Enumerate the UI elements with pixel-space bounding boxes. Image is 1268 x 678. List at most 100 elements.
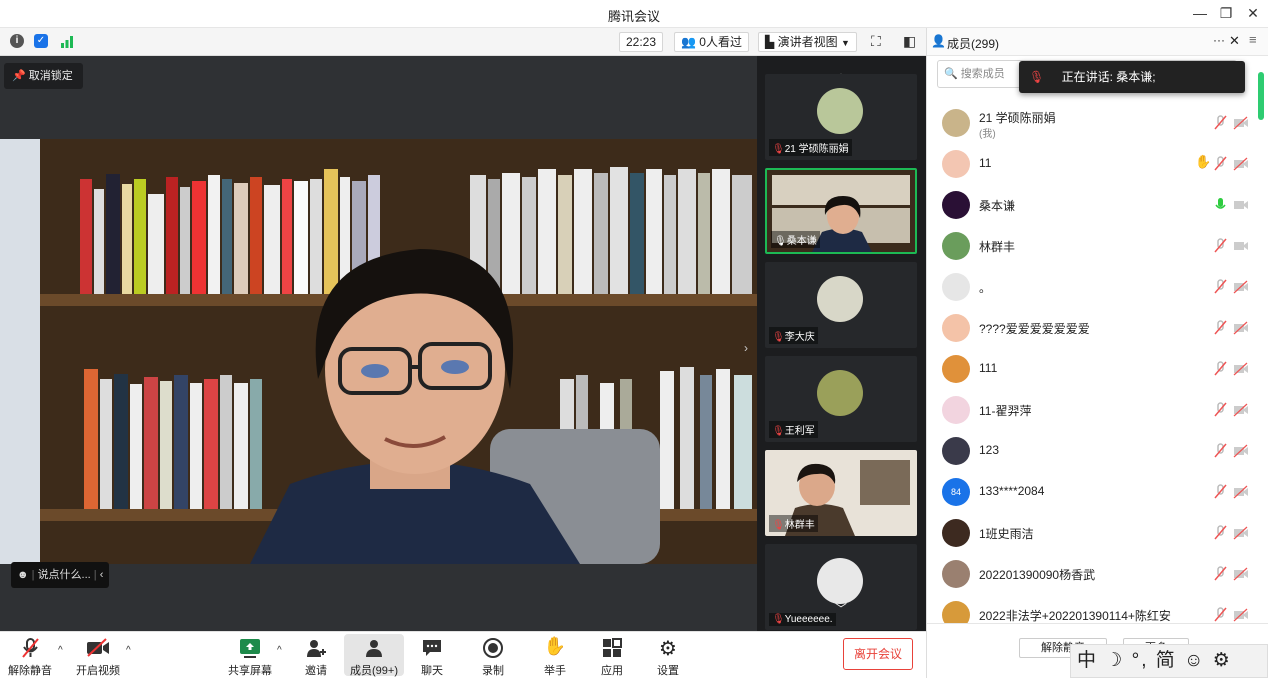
mic-muted-icon[interactable] [1212, 524, 1228, 542]
camera-off-icon[interactable] [1233, 567, 1249, 581]
thumbnail-tile-active[interactable]: 🎙桑本谦 [765, 168, 917, 254]
avatar [942, 150, 970, 178]
mic-muted-icon[interactable] [1212, 401, 1228, 419]
mic-muted-icon[interactable] [1212, 114, 1228, 132]
chat-button[interactable]: 聊天 [402, 634, 462, 677]
emoji-icon[interactable]: ☻ [17, 569, 29, 581]
sidebar-toggle-icon[interactable]: ◧ [903, 33, 916, 50]
member-name: 桑本谦 [979, 199, 1016, 213]
camera-off-icon[interactable] [1233, 157, 1249, 171]
search-placeholder: 搜索成员 [960, 68, 1005, 80]
thumbnail-label: 🎙李大庆 [769, 327, 818, 344]
mic-on-icon[interactable] [1212, 196, 1228, 214]
settings-button[interactable]: ⚙ 设置 [638, 634, 698, 677]
member-row[interactable]: 1班史雨洁 [927, 513, 1268, 553]
member-row[interactable]: 123 [927, 431, 1268, 471]
camera-off-icon[interactable] [1233, 485, 1249, 499]
member-row[interactable]: ????爱爱爱爱爱爱爱 [927, 308, 1268, 348]
thumbnail-tile[interactable]: 🎙21 学硕陈丽娟 [765, 74, 917, 160]
member-row[interactable]: 。 [927, 267, 1268, 307]
camera-off-icon[interactable] [1233, 321, 1249, 335]
thumbnail-tile[interactable]: 🎙Yueeeeee. [765, 544, 917, 630]
chat-quick-input[interactable]: ☻ | 说点什么... | ‹ [11, 562, 110, 588]
share-screen-button[interactable]: 共享屏幕 [220, 634, 280, 677]
chevron-right-icon[interactable]: › [744, 341, 748, 355]
camera-icon[interactable] [1233, 198, 1249, 212]
member-row[interactable]: 11-翟羿萍 [927, 390, 1268, 430]
avatar [817, 88, 863, 134]
unmute-button[interactable]: 解除静音 [0, 634, 60, 677]
member-row[interactable]: 林群丰 [927, 226, 1268, 266]
member-name: 2022非法学+202201390114+陈红安 [979, 609, 1171, 623]
member-row[interactable]: 111 [927, 349, 1268, 389]
member-row[interactable]: 202201390090杨香武 [927, 554, 1268, 594]
camera-off-icon[interactable] [1233, 116, 1249, 130]
camera-off-icon[interactable] [1233, 608, 1249, 622]
hand-icon: ✋ [543, 636, 567, 656]
ime-toolbar[interactable]: 中 ☽ °, 简 ☺ ⚙ [1070, 644, 1268, 678]
close-icon[interactable]: ✕ [1243, 5, 1263, 22]
audio-options-chevron-icon[interactable]: ^ [58, 645, 63, 656]
avatar [942, 396, 970, 424]
viewers-button[interactable]: 👥 0人看过 [674, 32, 749, 52]
view-mode-dropdown[interactable]: ▙ 演讲者视图 ▼ [758, 32, 857, 52]
raise-hand-button[interactable]: ✋ 举手 [525, 634, 585, 677]
signal-icon[interactable] [60, 35, 74, 48]
speaking-text: 正在讲话: 桑本谦; [1061, 70, 1156, 84]
camera-off-icon[interactable] [1233, 280, 1249, 294]
mic-muted-icon[interactable] [1212, 155, 1228, 173]
avatar [817, 370, 863, 416]
minimize-icon[interactable]: — [1190, 5, 1210, 21]
unlock-button[interactable]: 📌 取消锁定 [4, 63, 83, 89]
thumbnail-tile[interactable]: 🎙王利军 [765, 356, 917, 442]
mic-muted-icon[interactable] [1212, 360, 1228, 378]
camera-off-icon[interactable] [1233, 444, 1249, 458]
thumbnail-tile[interactable]: 🎙林群丰 [765, 450, 917, 536]
more-options-icon[interactable]: ··· [1213, 33, 1225, 47]
member-panel-title: 成员(299) [947, 37, 1000, 51]
camera-off-icon[interactable] [1233, 526, 1249, 540]
member-row[interactable]: 桑本谦 [927, 185, 1268, 225]
chevron-down-icon: ▼ [840, 38, 850, 48]
thumbnail-label: 🎙王利军 [769, 421, 818, 438]
close-panel-icon[interactable]: ✕ [1229, 33, 1240, 49]
start-video-button[interactable]: 开启视频 [68, 634, 128, 677]
member-row[interactable]: 84 133****2084 [927, 472, 1268, 512]
thumbnail-tile[interactable]: 🎙李大庆 [765, 262, 917, 348]
member-list-scrollbar[interactable] [1258, 72, 1264, 120]
camera-off-icon[interactable] [1233, 362, 1249, 376]
unlock-label: 取消锁定 [28, 70, 73, 82]
mic-muted-icon[interactable] [1212, 278, 1228, 296]
member-row[interactable]: 21 学硕陈丽娟 (我) [927, 103, 1268, 143]
invite-button[interactable]: 邀请 [286, 634, 346, 677]
members-button[interactable]: 成员(99+) [344, 634, 404, 677]
leave-meeting-button[interactable]: 离开会议 [843, 638, 913, 670]
mic-muted-icon[interactable] [1212, 442, 1228, 460]
mic-muted-icon[interactable] [1212, 319, 1228, 337]
add-user-icon [286, 636, 346, 660]
member-name: 21 学硕陈丽娟 [979, 111, 1056, 125]
camera-off-icon [68, 636, 128, 660]
window-title: 腾讯会议 [607, 9, 660, 24]
restore-icon[interactable]: ❐ [1216, 5, 1236, 22]
fullscreen-icon[interactable]: ⛶ [871, 33, 881, 50]
mic-muted-icon[interactable] [1212, 606, 1228, 623]
mic-muted-icon[interactable] [1212, 237, 1228, 255]
avatar [942, 355, 970, 383]
video-options-chevron-icon[interactable]: ^ [126, 645, 131, 656]
start-video-label: 开启视频 [76, 665, 120, 677]
mic-muted-icon[interactable] [1212, 483, 1228, 501]
mic-muted-icon[interactable] [1212, 565, 1228, 583]
camera-off-icon[interactable] [1233, 403, 1249, 417]
member-row[interactable]: 2022非法学+202201390114+陈红安 [927, 595, 1268, 623]
member-row[interactable]: 11 ✋ [927, 144, 1268, 184]
camera-icon[interactable] [1233, 239, 1249, 253]
shield-icon[interactable]: ✓ [34, 34, 48, 48]
menu-icon[interactable]: ≡ [1249, 32, 1257, 47]
record-button[interactable]: 录制 [463, 634, 523, 677]
collapse-chevron-icon[interactable]: ‹ [100, 569, 104, 581]
share-options-chevron-icon[interactable]: ^ [277, 645, 282, 656]
apps-button[interactable]: 应用 [582, 634, 642, 677]
scroll-down-chevron-icon[interactable]: ﹀ [835, 600, 847, 617]
info-icon[interactable]: i [10, 34, 24, 48]
